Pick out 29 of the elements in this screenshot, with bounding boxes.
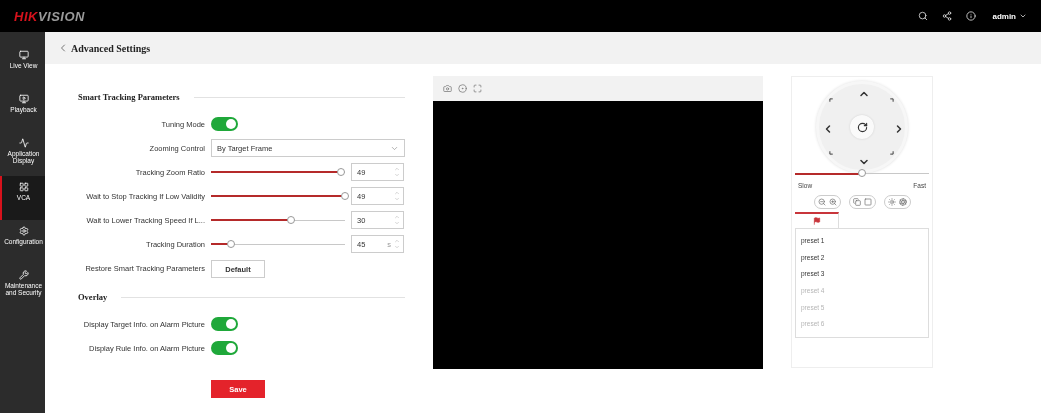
- flag-icon: [812, 217, 821, 225]
- section-title: Smart Tracking Parameters: [78, 92, 180, 102]
- share-icon[interactable]: [942, 11, 953, 21]
- monitor-icon: [18, 50, 29, 60]
- chevron-down-icon: [1019, 12, 1027, 20]
- settings-icon: [18, 226, 29, 236]
- rotate-icon[interactable]: [850, 115, 874, 139]
- page-title: Advanced Settings: [71, 42, 151, 54]
- section-title: Overlay: [78, 292, 108, 302]
- wrench-icon: [18, 270, 29, 280]
- search-icon[interactable]: [918, 11, 929, 21]
- toggle-switch[interactable]: [211, 317, 238, 331]
- camera-icon[interactable]: [443, 84, 452, 93]
- toggle-switch[interactable]: [211, 117, 238, 131]
- preset-tab[interactable]: [795, 212, 839, 228]
- slider-thumb[interactable]: [336, 167, 345, 176]
- slider-thumb[interactable]: [858, 169, 866, 177]
- toggle-switch[interactable]: [211, 341, 238, 355]
- slider-thumb[interactable]: [341, 191, 349, 200]
- brand-logo: HIKVISION: [14, 8, 85, 24]
- user-menu[interactable]: admin: [992, 11, 1027, 21]
- fullscreen-icon[interactable]: [473, 84, 482, 93]
- slider-thumb[interactable]: [227, 239, 236, 248]
- slider-thumb[interactable]: [287, 215, 296, 224]
- grid-icon: [18, 182, 29, 192]
- play-screen-icon: [18, 94, 29, 104]
- pulse-icon: [18, 138, 29, 148]
- record-icon[interactable]: [458, 84, 467, 93]
- info-icon[interactable]: [966, 11, 977, 21]
